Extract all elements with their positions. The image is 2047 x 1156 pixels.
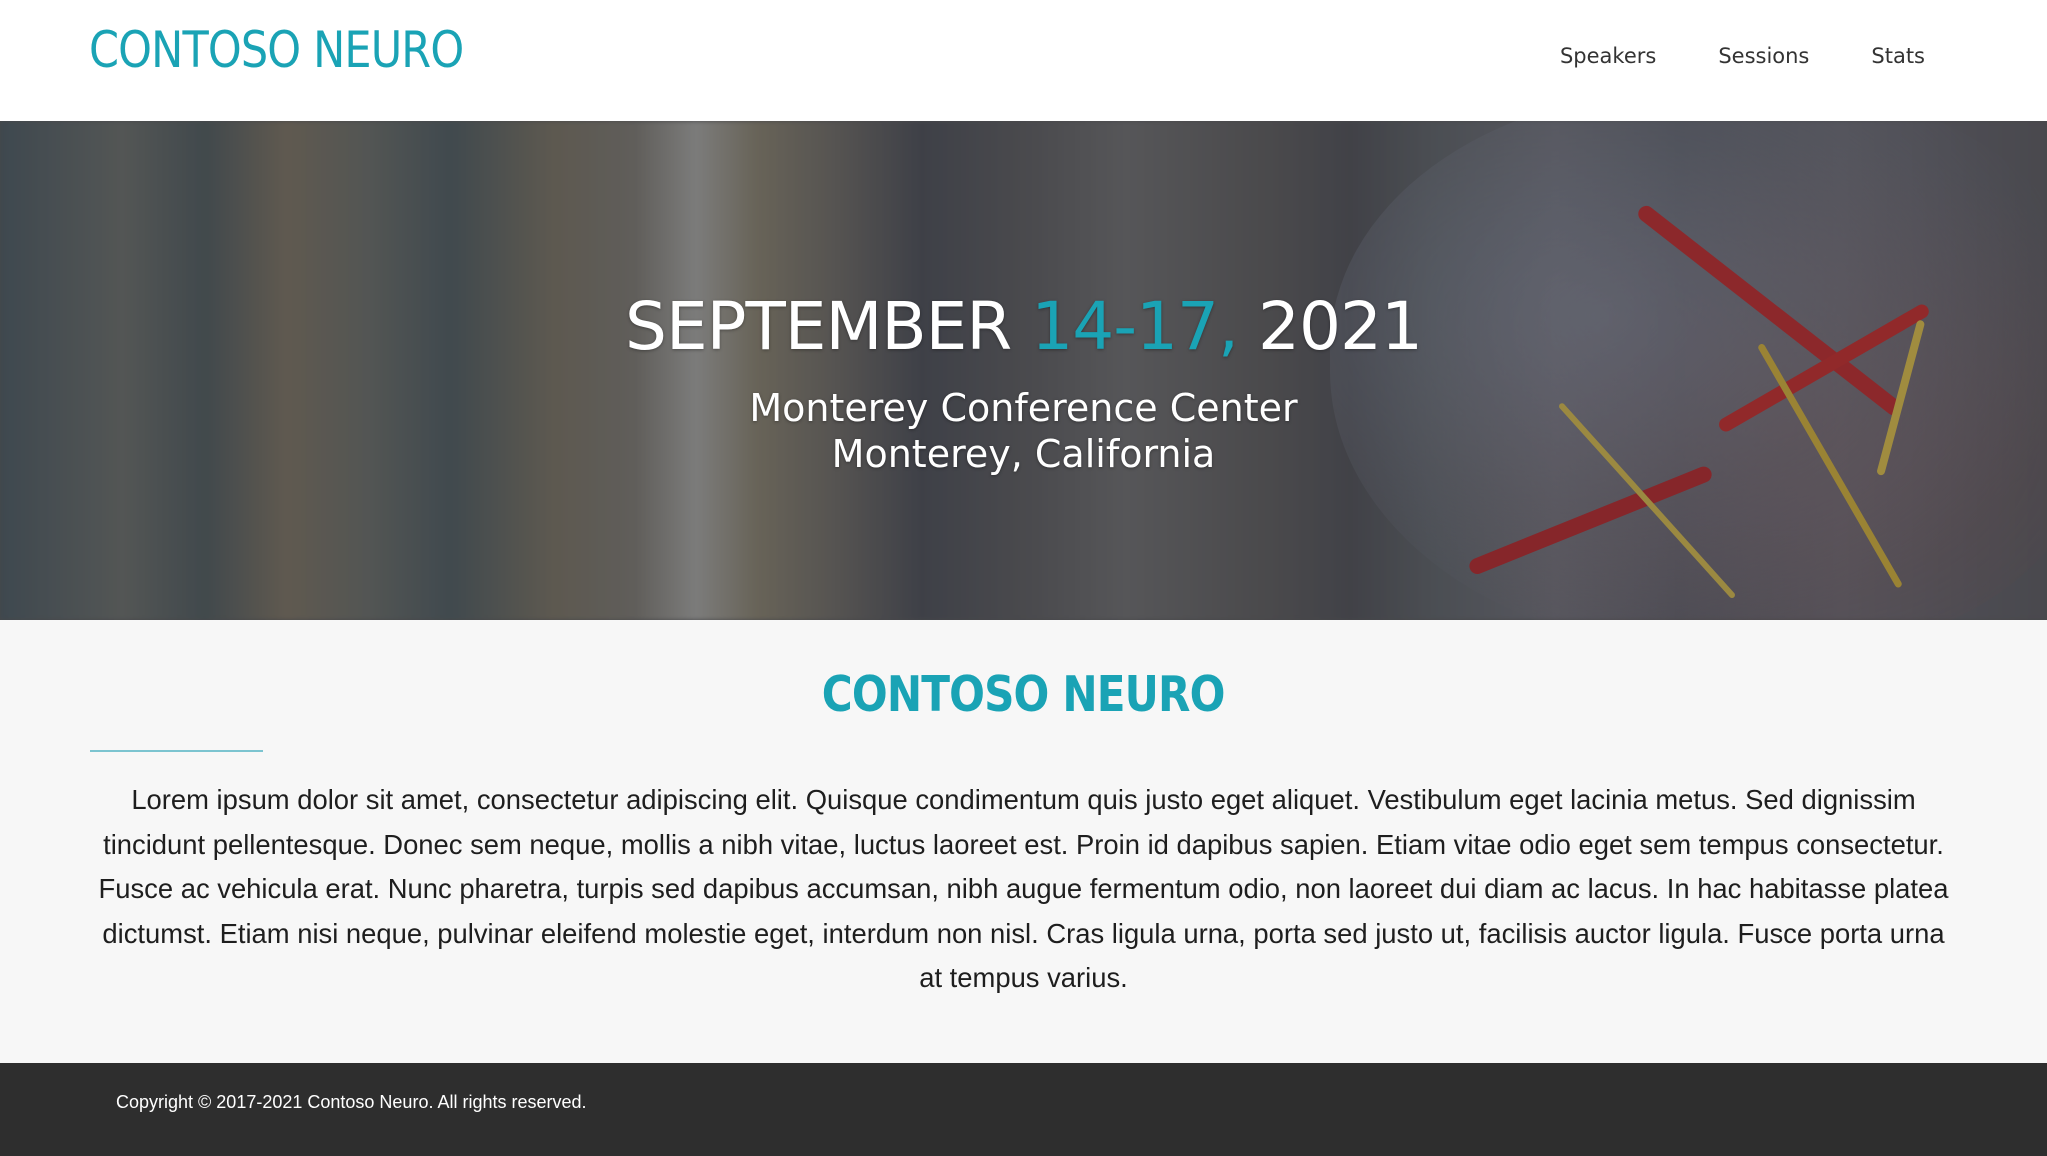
copyright-text: Copyright © 2017-2021 Contoso Neuro. All… (116, 1092, 587, 1112)
about-description: Lorem ipsum dolor sit amet, consectetur … (98, 784, 1949, 993)
hero-overlay (0, 121, 2047, 620)
nav-stats[interactable]: Stats (1871, 42, 1925, 70)
event-date: SEPTEMBER 14-17, 2021 (0, 286, 2047, 368)
site-logo[interactable]: CONTOSO NEURO (89, 17, 464, 83)
event-year: 2021 (1257, 288, 1423, 365)
main-nav: Speakers Sessions Stats (1560, 42, 1925, 70)
venue-name: Monterey Conference Center (749, 386, 1298, 430)
site-footer: Copyright © 2017-2021 Contoso Neuro. All… (0, 1063, 2047, 1156)
section-divider (90, 750, 263, 752)
nav-sessions[interactable]: Sessions (1718, 42, 1809, 70)
hero-banner: SEPTEMBER 14-17, 2021 Monterey Conferenc… (0, 121, 2047, 620)
venue-location: Monterey, California (831, 432, 1216, 476)
about-title: CONTOSO NEURO (0, 664, 2047, 726)
event-month: SEPTEMBER (625, 288, 1032, 365)
event-venue: Monterey Conference Center Monterey, Cal… (0, 385, 2047, 477)
nav-speakers[interactable]: Speakers (1560, 42, 1656, 70)
site-header: CONTOSO NEURO Speakers Sessions Stats (0, 0, 2047, 121)
event-days: 14-17, (1031, 288, 1258, 365)
about-title-text: CONTOSO NEURO (822, 666, 1226, 723)
